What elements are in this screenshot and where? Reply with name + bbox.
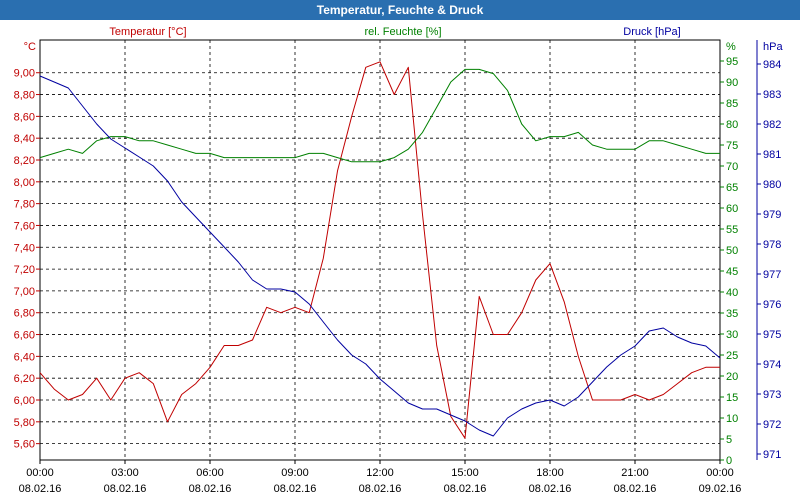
pressure-tick-label: 976 <box>763 299 781 311</box>
temperature-tick-label: 8,60 <box>14 111 35 123</box>
temperature-tick-label: 7,60 <box>14 220 35 232</box>
pressure-tick-label: 983 <box>763 89 781 101</box>
x-axis: 00:00 08.02.16 03:00 08.02.16 06:00 08.02.16 0… <box>19 460 742 495</box>
temperature-tick-label: 5,60 <box>14 439 35 451</box>
x-tick-date: 08.02.16 <box>274 483 317 495</box>
humidity-tick-label: 90 <box>726 77 738 89</box>
x-tick-time: 21:00 <box>621 467 649 479</box>
pressure-unit: hPa <box>763 41 783 53</box>
pressure-tick-label: 973 <box>763 389 781 401</box>
humidity-tick-label: 85 <box>726 98 738 110</box>
humidity-tick-label: 40 <box>726 287 738 299</box>
x-tick-time: 06:00 <box>196 467 224 479</box>
pressure-tick-label: 981 <box>763 149 781 161</box>
pressure-tick-label: 971 <box>763 449 781 461</box>
pressure-tick-label: 977 <box>763 269 781 281</box>
humidity-tick-label: 10 <box>726 413 738 425</box>
pressure-tick-label: 972 <box>763 419 781 431</box>
pressure-tick-label: 980 <box>763 179 781 191</box>
x-tick-date: 08.02.16 <box>19 483 62 495</box>
pressure-tick-label: 984 <box>763 59 781 71</box>
pressure-tick-label: 979 <box>763 209 781 221</box>
humidity-tick-label: 55 <box>726 224 738 236</box>
x-tick-date: 08.02.16 <box>614 483 657 495</box>
legend-humidity: rel. Feuchte [%] <box>364 26 441 38</box>
humidity-unit: % <box>726 41 736 53</box>
pressure-tick-label: 978 <box>763 239 781 251</box>
pressure-tick-label: 982 <box>763 119 781 131</box>
temperature-tick-label: 8,40 <box>14 133 35 145</box>
humidity-tick-label: 60 <box>726 203 738 215</box>
x-tick-time: 09:00 <box>281 467 309 479</box>
humidity-tick-label: 95 <box>726 56 738 68</box>
temperature-tick-label: 6,60 <box>14 330 35 342</box>
x-tick-time: 03:00 <box>111 467 139 479</box>
x-tick-date: 08.02.16 <box>529 483 572 495</box>
weather-chart: 5,60 5,80 6,00 6,20 6,40 6,60 6,80 7,00 7,20 7,40… <box>14 26 784 495</box>
temperature-tick-label: 5,80 <box>14 417 35 429</box>
pressure-tick-label: 975 <box>763 329 781 341</box>
x-tick-time: 12:00 <box>366 467 394 479</box>
chart-title: Temperatur, Feuchte & Druck <box>0 0 800 20</box>
temperature-tick-label: 8,80 <box>14 90 35 102</box>
humidity-tick-label: 15 <box>726 392 738 404</box>
humidity-axis: 0 5 10 15 20 25 30 35 40 45 50 55 60 65 70 75 80 85 90 95 <box>720 56 738 467</box>
x-tick-date: 09.02.16 <box>699 483 742 495</box>
legend-pressure: Druck [hPa] <box>623 26 680 38</box>
legend-temperature: Temperatur [°C] <box>109 26 186 38</box>
humidity-tick-label: 70 <box>726 161 738 173</box>
temperature-tick-label: 7,40 <box>14 242 35 254</box>
humidity-tick-label: 30 <box>726 329 738 341</box>
grid <box>39 39 721 461</box>
x-tick-time: 18:00 <box>536 467 564 479</box>
temperature-tick-label: 8,00 <box>14 177 35 189</box>
temperature-tick-label: 6,40 <box>14 351 35 363</box>
temperature-tick-label: 7,20 <box>14 264 35 276</box>
x-tick-time: 00:00 <box>26 467 54 479</box>
x-tick-date: 08.02.16 <box>359 483 402 495</box>
x-tick-time: 00:00 <box>706 467 734 479</box>
temperature-tick-label: 6,80 <box>14 308 35 320</box>
temperature-tick-label: 9,00 <box>14 68 35 80</box>
humidity-tick-label: 80 <box>726 119 738 131</box>
temperature-tick-label: 6,00 <box>14 395 35 407</box>
humidity-tick-label: 45 <box>726 266 738 278</box>
humidity-tick-label: 50 <box>726 245 738 257</box>
x-tick-time: 15:00 <box>451 467 479 479</box>
temperature-axis: 5,60 5,80 6,00 6,20 6,40 6,60 6,80 7,00 7,20 7,40… <box>14 68 40 451</box>
temperature-unit: °C <box>24 41 36 53</box>
x-tick-date: 08.02.16 <box>104 483 147 495</box>
temperature-tick-label: 7,80 <box>14 199 35 211</box>
pressure-axis: 971 972 973 974 975 976 977 978 979 980 981 982 983 9… <box>756 40 781 461</box>
humidity-tick-label: 5 <box>726 434 732 446</box>
temperature-tick-label: 7,00 <box>14 286 35 298</box>
humidity-tick-label: 65 <box>726 182 738 194</box>
humidity-tick-label: 0 <box>726 455 732 467</box>
humidity-tick-label: 20 <box>726 371 738 383</box>
temperature-tick-label: 6,20 <box>14 373 35 385</box>
temperature-tick-label: 8,20 <box>14 155 35 167</box>
humidity-tick-label: 75 <box>726 140 738 152</box>
x-tick-date: 08.02.16 <box>444 483 487 495</box>
pressure-tick-label: 974 <box>763 359 781 371</box>
x-tick-date: 08.02.16 <box>189 483 232 495</box>
humidity-tick-label: 35 <box>726 308 738 320</box>
humidity-tick-label: 25 <box>726 350 738 362</box>
